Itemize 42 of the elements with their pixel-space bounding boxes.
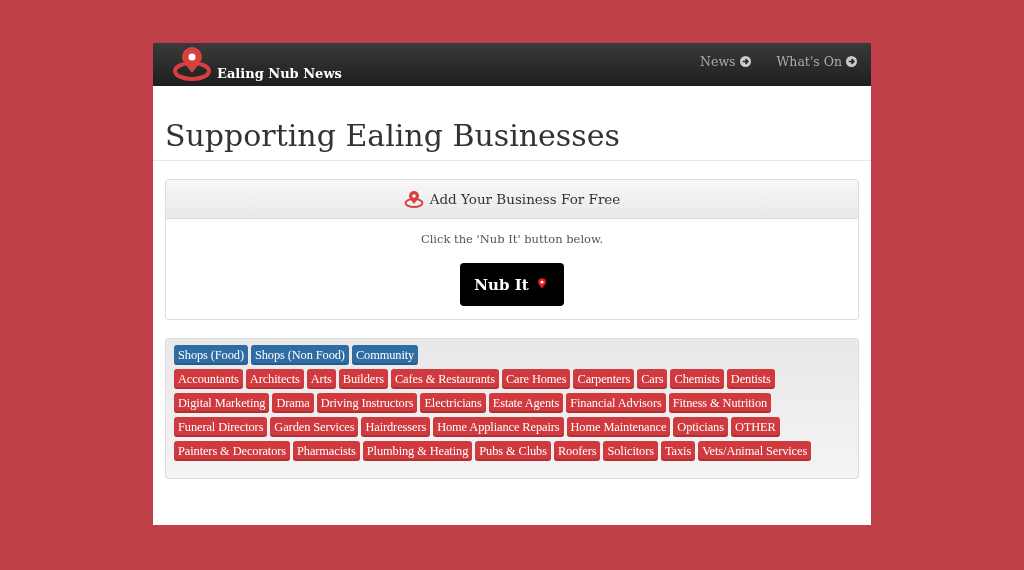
category-tag[interactable]: Pubs & Clubs — [475, 441, 551, 461]
category-tag[interactable]: Taxis — [660, 441, 696, 461]
nav-link[interactable]: What's On — [776, 54, 857, 69]
category-tag[interactable]: Pharmacists — [293, 441, 360, 461]
category-tag[interactable]: Financial Advisors — [566, 393, 666, 413]
nub-it-button[interactable]: Nub It — [460, 263, 564, 306]
category-tag[interactable]: Estate Agents — [488, 393, 564, 413]
category-tag[interactable]: Cafes & Restaurants — [390, 369, 499, 389]
category-tag[interactable]: Carpenters — [573, 369, 635, 389]
card-title: Add Your Business For Free — [429, 191, 621, 207]
category-tag[interactable]: Plumbing & Heating — [362, 441, 473, 461]
category-tag[interactable]: Chemists — [670, 369, 724, 389]
category-tag[interactable]: Garden Services — [270, 417, 359, 437]
brand-name[interactable]: Ealing Nub News — [217, 66, 342, 81]
category-tag[interactable]: Dentists — [726, 369, 775, 389]
category-tag[interactable]: Shops (Non Food) — [250, 345, 349, 365]
category-tag[interactable]: Hairdressers — [361, 417, 431, 437]
category-tag[interactable]: Care Homes — [501, 369, 571, 389]
category-tag[interactable]: Roofers — [553, 441, 601, 461]
category-tag[interactable]: Shops (Food) — [174, 345, 248, 365]
category-tag[interactable]: OTHER — [730, 417, 780, 437]
category-tag[interactable]: Vets/Animal Services — [698, 441, 812, 461]
instruction-text: Click the 'Nub It' button below. — [420, 232, 604, 246]
nav-link[interactable]: News — [700, 54, 751, 69]
category-tag[interactable]: Opticians — [673, 417, 728, 437]
category-tag[interactable]: Driving Instructors — [316, 393, 418, 413]
category-tag[interactable]: Digital Marketing — [174, 393, 270, 413]
category-tag[interactable]: Drama — [272, 393, 314, 413]
category-tag[interactable]: Accountants — [174, 369, 243, 389]
category-tag[interactable]: Community — [351, 345, 419, 365]
category-tag[interactable]: Painters & Decorators — [174, 441, 290, 461]
category-tag[interactable]: Architects — [245, 369, 304, 389]
category-tag[interactable]: Funeral Directors — [174, 417, 268, 437]
category-tag[interactable]: Fitness & Nutrition — [668, 393, 772, 413]
category-tag[interactable]: Cars — [637, 369, 668, 389]
category-tag[interactable]: Home Maintenance — [566, 417, 671, 437]
page-title: Supporting Ealing Businesses — [153, 86, 871, 161]
category-tag[interactable]: Builders — [338, 369, 388, 389]
category-tag[interactable]: Electricians — [420, 393, 486, 413]
category-tag[interactable]: Solicitors — [603, 441, 658, 461]
category-tag[interactable]: Arts — [306, 369, 336, 389]
category-tag[interactable]: Home Appliance Repairs — [433, 417, 564, 437]
